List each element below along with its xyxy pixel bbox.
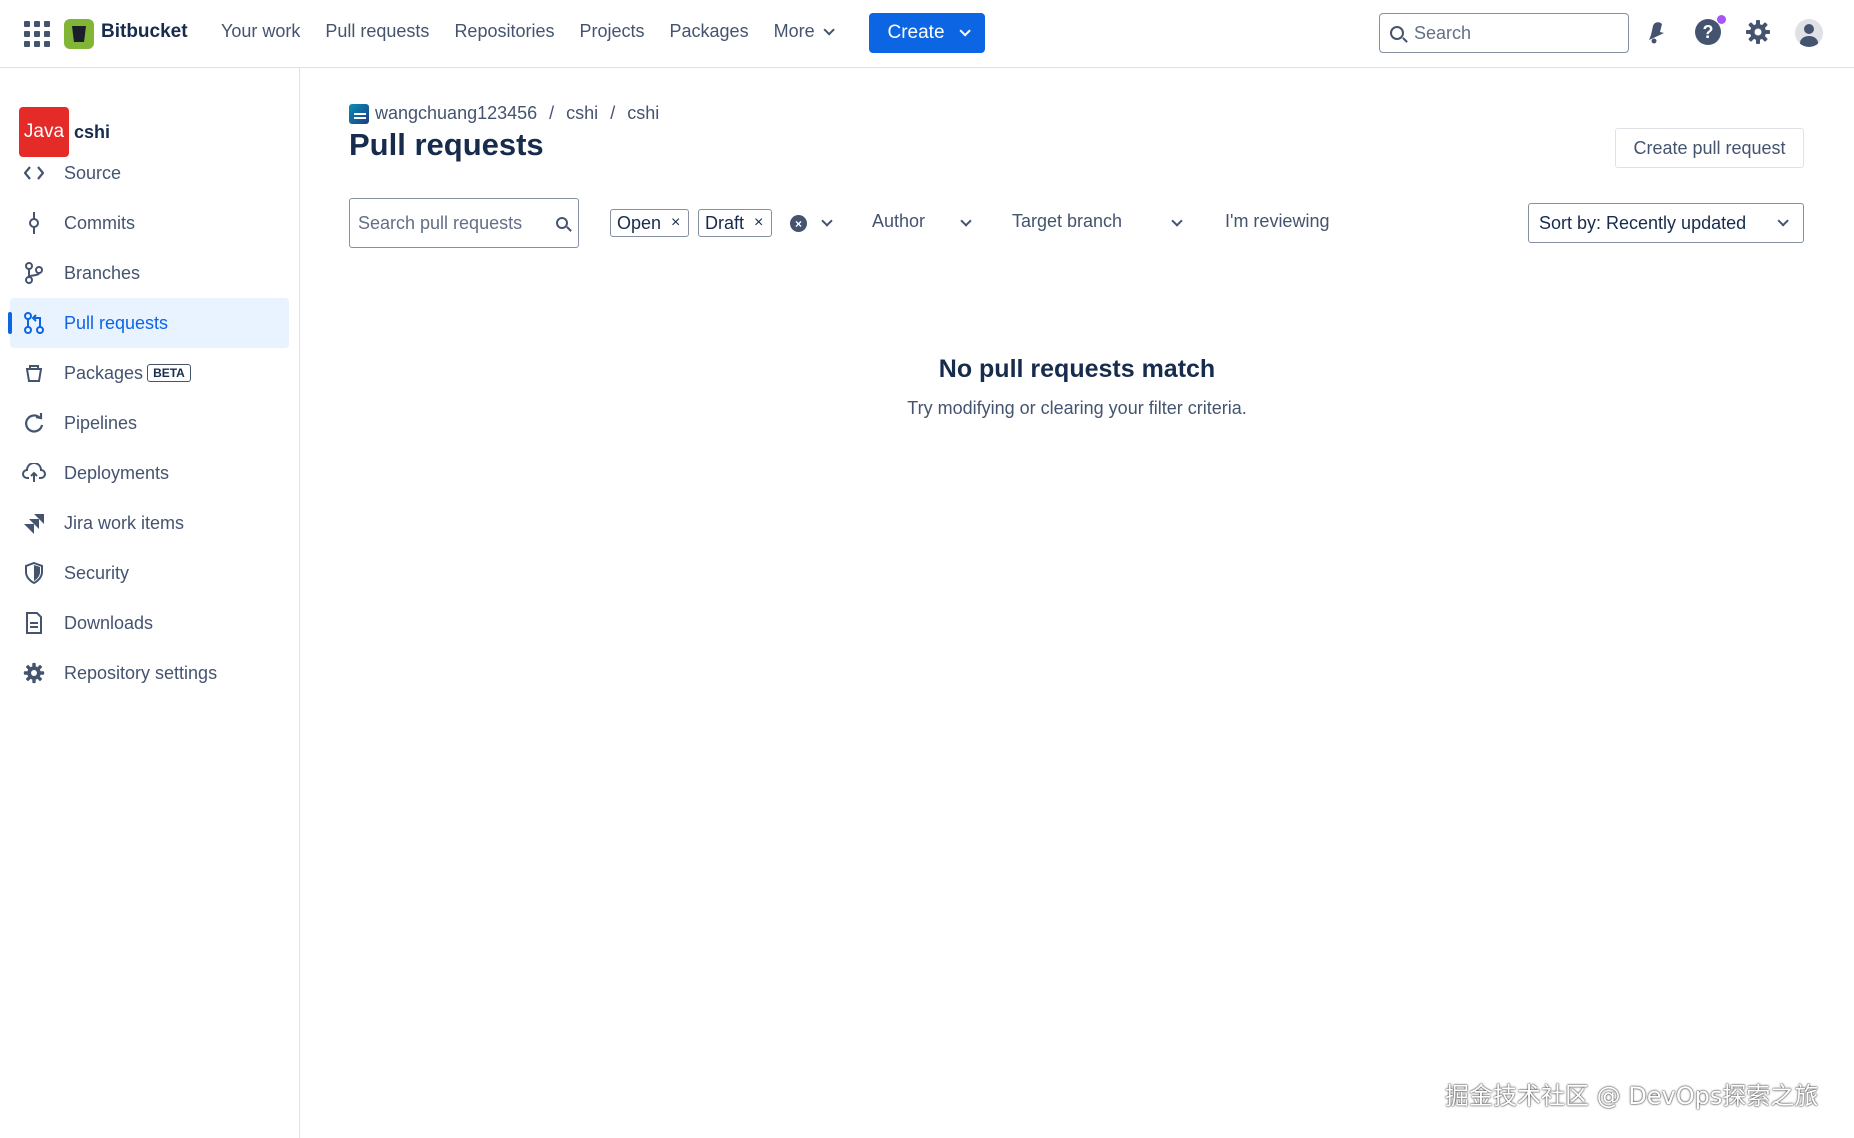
sidebar-item-label: Pipelines bbox=[64, 412, 138, 433]
settings-gear-icon[interactable] bbox=[1745, 19, 1771, 45]
sidebar-item-label: Source bbox=[64, 162, 122, 183]
app-switcher-icon[interactable] bbox=[24, 21, 50, 47]
top-nav-links: Your work Pull requests Repositories Pro… bbox=[221, 21, 856, 42]
pull-request-icon bbox=[22, 311, 46, 335]
main-content: No pull requests match Try modifying or … bbox=[300, 68, 1854, 1138]
nav-pull-requests[interactable]: Pull requests bbox=[325, 21, 429, 42]
pipelines-icon bbox=[22, 411, 46, 435]
sidebar-item-commits[interactable]: Commits bbox=[10, 198, 289, 248]
nav-repositories[interactable]: Repositories bbox=[454, 21, 554, 42]
jira-icon bbox=[22, 511, 46, 535]
brand-name[interactable]: Bitbucket bbox=[101, 21, 188, 43]
empty-state-title: No pull requests match bbox=[938, 355, 1216, 383]
sidebar-item-label: Packages bbox=[64, 362, 144, 383]
nav-packages[interactable]: Packages bbox=[670, 21, 749, 42]
repo-name[interactable]: cshi bbox=[74, 122, 110, 143]
sidebar-item-packages[interactable]: Packages BETA bbox=[10, 348, 289, 398]
sidebar-item-pipelines[interactable]: Pipelines bbox=[10, 398, 289, 448]
nav-projects[interactable]: Projects bbox=[579, 21, 644, 42]
empty-state-subtitle: Try modifying or clearing your filter cr… bbox=[907, 398, 1247, 418]
nav-more-label: More bbox=[773, 21, 815, 41]
sidebar-item-label: Security bbox=[64, 562, 130, 583]
gear-icon bbox=[22, 661, 46, 685]
beta-badge: BETA bbox=[147, 364, 191, 382]
watermark: 掘金技术社区 @ DevOps探索之旅 bbox=[1445, 1082, 1819, 1110]
help-notification-dot bbox=[1717, 15, 1726, 24]
sidebar-item-label: Pull requests bbox=[64, 312, 169, 333]
sidebar-item-branches[interactable]: Branches bbox=[10, 248, 289, 298]
cloud-upload-icon bbox=[22, 461, 46, 485]
sidebar-item-jira-work-items[interactable]: Jira work items bbox=[10, 498, 289, 548]
sidebar-item-label: Commits bbox=[64, 212, 135, 233]
nav-more-menu[interactable]: More bbox=[773, 21, 835, 42]
search-icon bbox=[1390, 26, 1404, 40]
package-icon bbox=[22, 361, 46, 385]
commit-icon bbox=[22, 211, 46, 235]
repository-sidebar: Java cshi Source Commits Branches Pull r… bbox=[0, 68, 300, 1138]
sidebar-item-source[interactable]: Source bbox=[10, 148, 289, 198]
sidebar-item-label: Downloads bbox=[64, 612, 154, 633]
sidebar-item-security[interactable]: Security bbox=[10, 548, 289, 598]
sidebar-item-downloads[interactable]: Downloads bbox=[10, 598, 289, 648]
sidebar-item-label: Deployments bbox=[64, 462, 170, 483]
nav-your-work[interactable]: Your work bbox=[221, 21, 300, 42]
sidebar-item-pull-requests[interactable]: Pull requests bbox=[8, 298, 289, 348]
global-search-input[interactable]: Search bbox=[1379, 13, 1629, 53]
code-icon bbox=[22, 161, 46, 185]
sidebar-item-label: Jira work items bbox=[64, 512, 185, 533]
shield-icon bbox=[22, 561, 46, 585]
create-button[interactable]: Create bbox=[869, 13, 985, 53]
bitbucket-logo-icon[interactable] bbox=[64, 19, 94, 49]
global-search-placeholder: Search bbox=[1414, 22, 1472, 43]
branch-icon bbox=[22, 261, 46, 285]
top-navigation-bar: Bitbucket Your work Pull requests Reposi… bbox=[0, 0, 1854, 68]
create-button-label: Create bbox=[887, 22, 945, 43]
chevron-down-icon bbox=[958, 25, 971, 37]
sidebar-item-deployments[interactable]: Deployments bbox=[10, 448, 289, 498]
sidebar-item-repository-settings[interactable]: Repository settings bbox=[10, 648, 289, 698]
user-avatar[interactable] bbox=[1795, 19, 1823, 47]
chevron-down-icon bbox=[823, 23, 835, 36]
help-icon[interactable]: ? bbox=[1695, 19, 1721, 45]
sidebar-item-label: Repository settings bbox=[64, 662, 218, 683]
notifications-icon[interactable] bbox=[1646, 20, 1668, 44]
sidebar-item-label: Branches bbox=[64, 262, 141, 283]
file-icon bbox=[22, 611, 46, 635]
